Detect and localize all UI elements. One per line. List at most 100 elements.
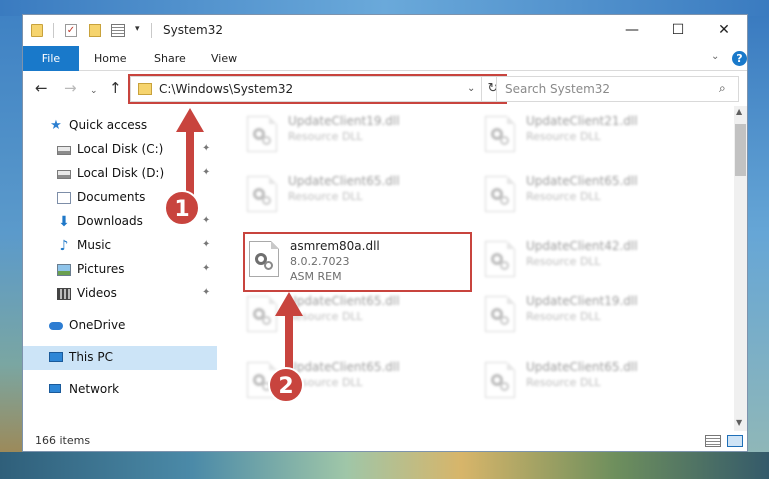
sidebar-item-onedrive[interactable]: OneDrive — [23, 314, 217, 338]
file-item[interactable]: UpdateClient65.dll Resource DLL — [241, 352, 469, 410]
sidebar-item-local-disk-d[interactable]: Local Disk (D:) ✦ — [23, 162, 217, 186]
sidebar-item-label: This PC — [69, 350, 113, 364]
item-count: 166 items — [35, 434, 91, 447]
dll-file-icon — [247, 362, 277, 398]
up-button[interactable]: ↑ — [109, 79, 122, 97]
download-icon: ⬇ — [58, 214, 70, 230]
file-item[interactable]: UpdateClient42.dll Resource DLL — [479, 231, 707, 289]
properties-list-icon[interactable] — [111, 24, 125, 37]
file-name: UpdateClient65.dll — [288, 174, 400, 188]
scroll-up-icon[interactable]: ▲ — [736, 107, 742, 116]
file-description: Resource DLL — [288, 190, 363, 203]
expand-ribbon-icon[interactable]: ⌄ — [711, 51, 719, 62]
vertical-scrollbar[interactable]: ▲ ▼ — [734, 106, 747, 431]
dll-file-icon — [485, 362, 515, 398]
sidebar-item-this-pc[interactable]: This PC — [23, 346, 217, 370]
pin-icon[interactable]: ✦ — [202, 215, 210, 226]
sidebar-item-network[interactable]: Network — [23, 378, 217, 402]
file-description: ASM REM — [290, 270, 342, 283]
tab-view[interactable]: View — [211, 46, 237, 71]
file-name: asmrem80a.dll — [290, 239, 380, 253]
dll-file-icon — [247, 116, 277, 152]
customize-toolbar-dropdown-icon[interactable]: ▾ — [135, 24, 140, 34]
sidebar-item-local-disk-c[interactable]: Local Disk (C:) ✦ — [23, 138, 217, 162]
file-name: UpdateClient21.dll — [526, 114, 638, 128]
file-item[interactable]: UpdateClient65.dll Resource DLL — [241, 166, 469, 224]
sidebar-item-videos[interactable]: Videos ✦ — [23, 282, 217, 306]
sidebar-item-label: Local Disk (D:) — [77, 166, 165, 180]
new-folder-icon[interactable] — [89, 24, 101, 37]
computer-icon — [49, 352, 63, 362]
back-button[interactable]: ← — [35, 79, 48, 97]
details-view-icon[interactable] — [705, 435, 721, 447]
videos-icon — [57, 288, 71, 300]
file-name: UpdateClient65.dll — [526, 360, 638, 374]
dll-file-icon — [485, 116, 515, 152]
title-bar: ✓ ▾ System32 — ☐ ✕ — [23, 15, 747, 46]
file-item[interactable]: UpdateClient19.dll Resource DLL — [241, 106, 469, 164]
file-description: Resource DLL — [526, 190, 601, 203]
sidebar-item-documents[interactable]: Documents — [23, 186, 217, 210]
file-item[interactable]: UpdateClient65.dll Resource DLL — [479, 166, 707, 224]
address-path[interactable]: C:\Windows\System32 — [159, 82, 293, 96]
minimize-button[interactable]: — — [609, 15, 655, 46]
file-name: UpdateClient65.dll — [288, 360, 400, 374]
file-description: Resource DLL — [526, 130, 601, 143]
large-icons-view-icon[interactable] — [727, 435, 743, 447]
tab-home[interactable]: Home — [94, 46, 126, 71]
sidebar-item-label: Music — [77, 238, 112, 252]
sidebar-item-downloads[interactable]: ⬇ Downloads ✦ — [23, 210, 217, 234]
file-name: UpdateClient65.dll — [288, 294, 400, 308]
search-box[interactable]: Search System32 ⌕ — [496, 76, 739, 102]
scroll-down-icon[interactable]: ▼ — [736, 418, 742, 427]
file-item[interactable]: UpdateClient19.dll Resource DLL — [479, 286, 707, 344]
sidebar-item-label: Pictures — [77, 262, 125, 276]
toolbar-separator — [53, 23, 54, 38]
tab-file[interactable]: File — [23, 46, 79, 71]
maximize-button[interactable]: ☐ — [655, 15, 701, 46]
desktop-wallpaper-left — [0, 16, 22, 452]
sidebar-item-music[interactable]: ♪ Music ✦ — [23, 234, 217, 258]
address-dropdown-icon[interactable]: ⌄ — [467, 83, 475, 94]
disk-icon — [57, 170, 71, 179]
pictures-icon — [57, 264, 71, 276]
help-icon[interactable]: ? — [732, 51, 747, 66]
folder-icon[interactable] — [31, 24, 43, 37]
file-description: Resource DLL — [526, 310, 601, 323]
close-button[interactable]: ✕ — [701, 15, 747, 46]
pin-icon[interactable]: ✦ — [202, 143, 210, 154]
sidebar-item-quick-access[interactable]: ★ Quick access — [23, 114, 217, 138]
file-item[interactable]: UpdateClient21.dll Resource DLL — [479, 106, 707, 164]
sidebar-item-label: Videos — [77, 286, 117, 300]
file-description: Resource DLL — [526, 376, 601, 389]
address-bar[interactable]: C:\Windows\System32 ⌄ — [130, 76, 482, 102]
file-version: 8.0.2.7023 — [290, 255, 350, 268]
search-input[interactable]: Search System32 — [505, 82, 610, 96]
star-icon: ★ — [50, 118, 62, 133]
file-item[interactable]: UpdateClient65.dll Resource DLL — [241, 286, 469, 344]
dll-file-icon — [485, 296, 515, 332]
file-item-asmrem80a[interactable]: asmrem80a.dll 8.0.2.7023 ASM REM — [243, 231, 471, 289]
scroll-thumb[interactable] — [735, 124, 746, 176]
file-item[interactable]: UpdateClient65.dll Resource DLL — [479, 352, 707, 410]
file-list: UpdateClient19.dll Resource DLL UpdateCl… — [217, 106, 734, 431]
pin-icon[interactable]: ✦ — [202, 263, 210, 274]
recent-locations-button[interactable]: ⌄ — [90, 82, 98, 100]
pin-icon[interactable]: ✦ — [202, 167, 210, 178]
pin-icon[interactable]: ✦ — [202, 239, 210, 250]
status-bar: 166 items — [23, 431, 747, 451]
window-title: System32 — [163, 23, 224, 37]
dll-file-icon — [485, 176, 515, 212]
pin-icon[interactable]: ✦ — [202, 287, 210, 298]
navigation-pane: ★ Quick access Local Disk (C:) ✦ Local D… — [23, 106, 217, 431]
sidebar-item-label: Downloads — [77, 214, 143, 228]
cloud-icon — [49, 322, 63, 330]
properties-check-icon[interactable]: ✓ — [65, 24, 77, 37]
sidebar-item-pictures[interactable]: Pictures ✦ — [23, 258, 217, 282]
file-name: UpdateClient65.dll — [526, 174, 638, 188]
documents-icon — [57, 192, 71, 204]
search-icon[interactable]: ⌕ — [719, 81, 726, 96]
tab-share[interactable]: Share — [154, 46, 186, 71]
sidebar-item-label: Documents — [77, 190, 146, 204]
forward-button[interactable]: → — [64, 79, 77, 97]
